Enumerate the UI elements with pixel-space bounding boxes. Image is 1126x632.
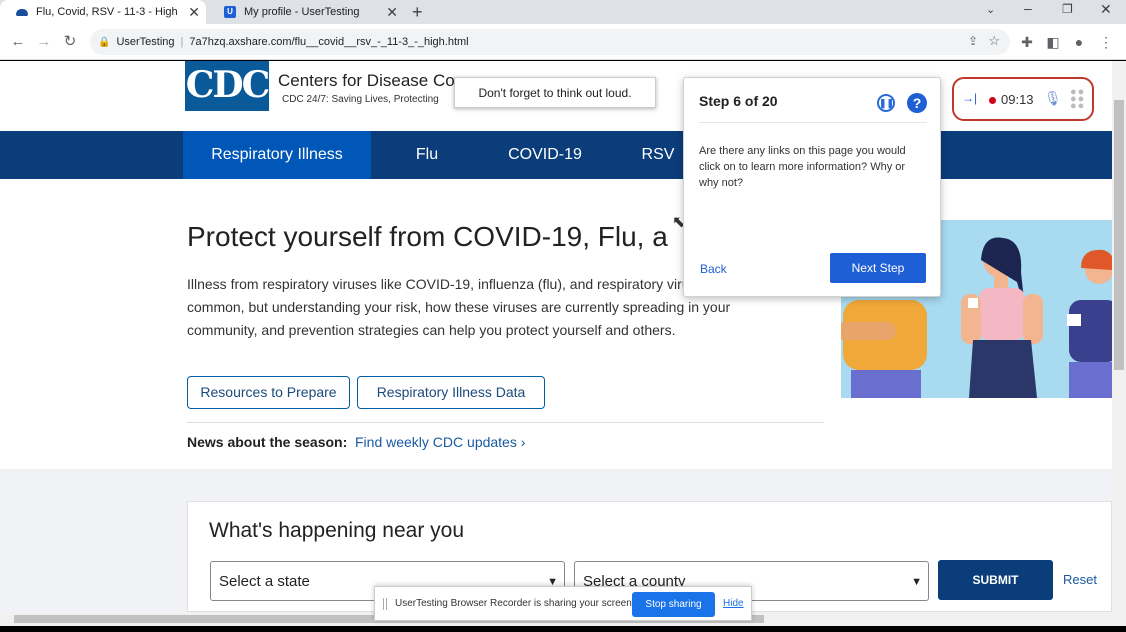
- site-title: Centers for Disease Co: [278, 71, 455, 90]
- star-icon[interactable]: ☆: [988, 33, 1000, 49]
- forward-arrow-icon[interactable]: →: [34, 32, 54, 52]
- share-bar-grip-icon[interactable]: [383, 598, 387, 610]
- browser-toolbar: ← → ↻ 🔒 UserTesting | 7a7hzq.axshare.com…: [0, 24, 1126, 60]
- main-nav: Respiratory Illness Flu COVID-19 RSV: [0, 131, 1112, 179]
- browser-tab-strip: Flu, Covid, RSV - 11-3 - High ✕ U My pro…: [0, 0, 1126, 24]
- usertesting-task-panel: Step 6 of 20 ❚❚ ? Are there any links on…: [683, 77, 941, 297]
- hide-link[interactable]: Hide: [723, 598, 744, 609]
- minimize-icon[interactable]: –: [1024, 0, 1032, 16]
- task-question: Are there any links on this page you wou…: [699, 145, 906, 189]
- help-icon[interactable]: ?: [907, 93, 927, 113]
- back-button[interactable]: Back: [700, 262, 727, 276]
- bottom-edge: [0, 626, 1126, 632]
- recording-timer: 09:13: [1001, 92, 1034, 107]
- cdc-logo[interactable]: CDC: [185, 61, 270, 111]
- extensions-icon[interactable]: ✚: [1017, 32, 1037, 52]
- nav-item-respiratory-illness[interactable]: Respiratory Illness: [183, 131, 371, 179]
- tab-usertesting-profile[interactable]: U My profile - UserTesting ✕: [208, 0, 404, 24]
- weekly-updates-link-text: Find weekly CDC updates: [355, 434, 517, 450]
- nav-item-covid-19[interactable]: COVID-19: [495, 131, 595, 179]
- menu-icon[interactable]: ⋮: [1096, 32, 1116, 52]
- side-panel-icon[interactable]: ◧: [1043, 32, 1063, 52]
- lock-icon: 🔒: [98, 36, 111, 48]
- recording-dot-icon: [989, 97, 996, 104]
- screen-share-bar: UserTesting Browser Recorder is sharing …: [374, 586, 752, 621]
- profile-icon[interactable]: ●: [1069, 32, 1089, 52]
- microphone-icon[interactable]: 🎙: [1044, 90, 1062, 107]
- stop-sharing-button[interactable]: Stop sharing: [632, 592, 715, 617]
- reload-icon[interactable]: ↻: [60, 32, 80, 52]
- weekly-updates-link[interactable]: Find weekly CDC updates ›: [355, 434, 525, 450]
- share-status-text: UserTesting Browser Recorder is sharing …: [395, 598, 635, 609]
- site-label: UserTesting: [116, 36, 175, 48]
- submit-button[interactable]: SUBMIT: [938, 560, 1053, 600]
- divider: [187, 422, 824, 423]
- tab-title: My profile - UserTesting: [244, 6, 360, 18]
- site-tagline: CDC 24/7: Saving Lives, Protecting: [282, 94, 439, 105]
- nav-item-flu[interactable]: Flu: [394, 131, 460, 179]
- hero-title: Protect yourself from COVID-19, Flu, a: [187, 221, 668, 252]
- close-tab-icon[interactable]: ✕: [188, 4, 200, 21]
- share-icon[interactable]: ⇪: [968, 34, 978, 48]
- usertesting-icon: U: [224, 6, 236, 18]
- step-counter: Step 6 of 20: [699, 93, 778, 109]
- panel-divider: [699, 122, 927, 123]
- drag-handle-icon[interactable]: ●● ●● ●●: [1070, 87, 1084, 112]
- nav-item-rsv[interactable]: RSV: [630, 131, 686, 179]
- next-step-button[interactable]: Next Step: [830, 253, 926, 283]
- page-viewport: CDC Centers for Disease Co CDC 24/7: Sav…: [0, 61, 1112, 612]
- near-you-title: What's happening near you: [209, 519, 465, 542]
- respiratory-illness-data-button[interactable]: Respiratory Illness Data: [357, 376, 545, 409]
- reset-link[interactable]: Reset: [1063, 572, 1097, 587]
- chevron-down-icon: ▼: [911, 576, 922, 588]
- think-aloud-tooltip: Don't forget to think out loud.: [454, 77, 656, 108]
- tab-title: Flu, Covid, RSV - 11-3 - High: [36, 6, 178, 18]
- pause-icon[interactable]: ❚❚: [877, 94, 895, 112]
- cloud-icon: [16, 8, 28, 16]
- collapse-arrow-icon[interactable]: →|: [962, 91, 977, 105]
- close-tab-icon[interactable]: ✕: [386, 4, 398, 21]
- url-separator: |: [180, 36, 184, 48]
- back-arrow-icon[interactable]: ←: [8, 32, 28, 52]
- tab-flu-covid-rsv[interactable]: Flu, Covid, RSV - 11-3 - High ✕: [0, 0, 206, 24]
- address-bar[interactable]: 🔒 UserTesting | 7a7hzq.axshare.com/flu__…: [90, 29, 1010, 55]
- tab-search-icon[interactable]: ⌄: [986, 3, 995, 16]
- news-label: News about the season:: [187, 434, 348, 450]
- new-tab-icon[interactable]: +: [412, 2, 423, 23]
- close-window-icon[interactable]: ✕: [1100, 1, 1112, 18]
- chevron-right-icon: ›: [520, 434, 526, 450]
- url-text: 7a7hzq.axshare.com/flu__covid__rsv_-_11-…: [189, 36, 469, 48]
- vertical-scroll-thumb[interactable]: [1114, 100, 1124, 370]
- state-select-value: Select a state: [219, 573, 310, 590]
- restore-icon[interactable]: ❐: [1062, 2, 1073, 16]
- resources-to-prepare-button[interactable]: Resources to Prepare: [187, 376, 350, 409]
- recorder-widget: →| 09:13 🎙 ●● ●● ●●: [952, 77, 1094, 121]
